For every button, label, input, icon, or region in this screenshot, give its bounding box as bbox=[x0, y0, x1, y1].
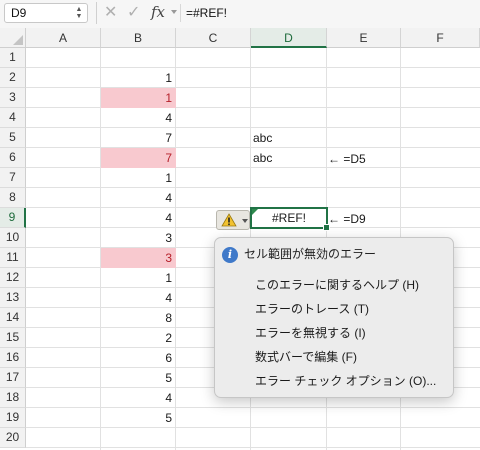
column-header-f[interactable]: F bbox=[401, 28, 480, 48]
column-header-a[interactable]: A bbox=[26, 28, 101, 48]
row-header[interactable]: 1 bbox=[0, 48, 26, 68]
error-indicator-icon bbox=[252, 209, 258, 215]
cell-b9[interactable]: 4 bbox=[101, 208, 176, 228]
menu-item-error-check-options[interactable]: エラー チェック オプション (O)... bbox=[255, 370, 436, 392]
menu-item-edit-in-formula-bar[interactable]: 数式バーで編集 (F) bbox=[255, 346, 357, 368]
gridline bbox=[26, 187, 480, 188]
info-icon: i bbox=[222, 246, 238, 263]
select-all-icon bbox=[13, 35, 23, 45]
cell-b14[interactable]: 8 bbox=[101, 308, 176, 328]
column-header-b[interactable]: B bbox=[101, 28, 176, 48]
row-header[interactable]: 15 bbox=[0, 328, 26, 348]
cell-b11[interactable]: 3 bbox=[101, 248, 176, 268]
row-header[interactable]: 2 bbox=[0, 68, 26, 88]
name-box-stepper-icon[interactable]: ▲ ▼ bbox=[75, 6, 83, 20]
row-header[interactable]: 13 bbox=[0, 288, 26, 308]
row-header[interactable]: 17 bbox=[0, 368, 26, 388]
warning-icon bbox=[221, 213, 237, 227]
row-header[interactable]: 3 bbox=[0, 88, 26, 108]
cell-b15[interactable]: 2 bbox=[101, 328, 176, 348]
row-header[interactable]: 12 bbox=[0, 268, 26, 288]
cell-selection bbox=[250, 207, 330, 231]
gridline bbox=[26, 427, 480, 428]
cell-b5[interactable]: 7 bbox=[101, 128, 176, 148]
confirm-icon[interactable]: ✓ bbox=[127, 4, 140, 22]
menu-item-help[interactable]: このエラーに関するヘルプ (H) bbox=[255, 274, 419, 296]
column-header-e[interactable]: E bbox=[327, 28, 401, 48]
cancel-icon[interactable]: ✕ bbox=[104, 4, 117, 22]
row-header[interactable]: 16 bbox=[0, 348, 26, 368]
row-header[interactable]: 7 bbox=[0, 168, 26, 188]
row-header[interactable]: 10 bbox=[0, 228, 26, 248]
gridline bbox=[26, 107, 480, 108]
cell-b10[interactable]: 3 bbox=[101, 228, 176, 248]
row-header[interactable]: 5 bbox=[0, 128, 26, 148]
menu-item-trace-error[interactable]: エラーのトレース (T) bbox=[255, 298, 369, 320]
gridline bbox=[26, 447, 480, 448]
cell-d5[interactable]: abc bbox=[251, 128, 327, 148]
gridline bbox=[26, 67, 480, 68]
row-header[interactable]: 6 bbox=[0, 148, 26, 168]
row-header[interactable]: 20 bbox=[0, 428, 26, 448]
gridline bbox=[26, 407, 480, 408]
cell-b2[interactable]: 1 bbox=[101, 68, 176, 88]
row-header[interactable]: 11 bbox=[0, 248, 26, 268]
formula-input[interactable]: =#REF! bbox=[186, 6, 227, 20]
cell-d6[interactable]: abc bbox=[251, 148, 327, 168]
cell-b13[interactable]: 4 bbox=[101, 288, 176, 308]
column-header-c[interactable]: C bbox=[176, 28, 251, 48]
formula-separator bbox=[180, 4, 181, 22]
cell-b16[interactable]: 6 bbox=[101, 348, 176, 368]
error-options-button[interactable] bbox=[216, 210, 250, 230]
column-header-d[interactable]: D bbox=[251, 28, 327, 48]
cell-b4[interactable]: 4 bbox=[101, 108, 176, 128]
row-header[interactable]: 19 bbox=[0, 408, 26, 428]
cell-b19[interactable]: 5 bbox=[101, 408, 176, 428]
name-box-value: D9 bbox=[11, 6, 27, 20]
cell-b12[interactable]: 1 bbox=[101, 268, 176, 288]
function-dropdown-icon[interactable] bbox=[171, 10, 177, 14]
row-header[interactable]: 8 bbox=[0, 188, 26, 208]
error-options-menu: i セル範囲が無効のエラー このエラーに関するヘルプ (H) エラーのトレース (… bbox=[214, 237, 454, 398]
cell-b17[interactable]: 5 bbox=[101, 368, 176, 388]
select-all-corner[interactable] bbox=[0, 28, 26, 48]
menu-header: i セル範囲が無効のエラー bbox=[222, 244, 376, 264]
row-header[interactable]: 14 bbox=[0, 308, 26, 328]
menu-title: セル範囲が無効のエラー bbox=[244, 247, 377, 261]
cell-b18[interactable]: 4 bbox=[101, 388, 176, 408]
row-header[interactable]: 4 bbox=[0, 108, 26, 128]
menu-item-ignore-error[interactable]: エラーを無視する (I) bbox=[255, 322, 366, 344]
cell-b7[interactable]: 1 bbox=[101, 168, 176, 188]
cell-b8[interactable]: 4 bbox=[101, 188, 176, 208]
formula-bar-separator bbox=[96, 2, 97, 24]
note-e9: ← =D9 bbox=[328, 212, 366, 226]
gridline bbox=[26, 87, 480, 88]
name-box[interactable]: D9 ▲ ▼ bbox=[4, 3, 88, 23]
insert-function-icon[interactable]: fx bbox=[151, 3, 165, 21]
chevron-down-icon bbox=[242, 219, 248, 223]
row-header[interactable]: 18 bbox=[0, 388, 26, 408]
fill-handle[interactable] bbox=[323, 224, 330, 231]
cell-b3[interactable]: 1 bbox=[101, 88, 176, 108]
row-header-active[interactable]: 9 bbox=[0, 208, 26, 228]
formula-bar: D9 ▲ ▼ ✕ ✓ fx =#REF! bbox=[0, 0, 480, 29]
cell-b6[interactable]: 7 bbox=[101, 148, 176, 168]
note-e6: ← =D5 bbox=[328, 152, 366, 166]
